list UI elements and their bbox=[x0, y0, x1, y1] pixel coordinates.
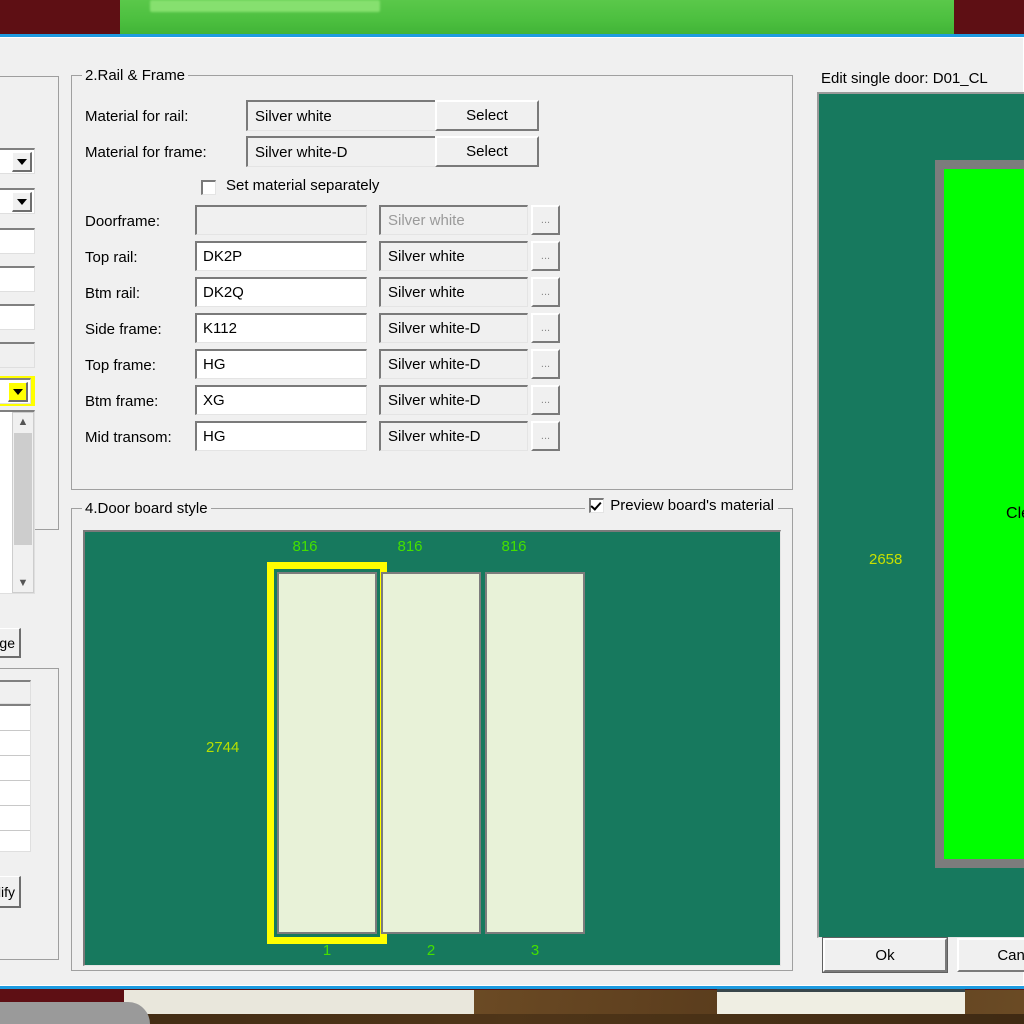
door-board-style-group-title: 4.Door board style bbox=[82, 500, 211, 517]
material-browse-button-doorframe[interactable]: ... bbox=[531, 205, 560, 235]
material-field-btm-rail[interactable]: Silver white bbox=[379, 277, 528, 307]
chevron-down-icon[interactable] bbox=[12, 152, 32, 172]
door-board-2[interactable] bbox=[381, 572, 481, 934]
profile-combo-doorframe[interactable] bbox=[195, 205, 367, 235]
modify-button[interactable]: odify bbox=[0, 876, 21, 908]
material-browse-button-btm-rail[interactable]: ... bbox=[531, 277, 560, 307]
material-field-top-frame[interactable]: Silver white-D bbox=[379, 349, 528, 379]
profile-combo-mid-transom[interactable]: HG bbox=[195, 421, 367, 451]
cancel-button[interactable]: Cance bbox=[957, 938, 1024, 972]
material-field-side-frame[interactable]: Silver white-D bbox=[379, 313, 528, 343]
profile-combo-top-rail[interactable]: DK2P bbox=[195, 241, 367, 271]
row-label-top-rail: Top rail: bbox=[85, 249, 138, 266]
left-edit-2[interactable] bbox=[0, 266, 35, 292]
door-board-1-selection-highlight bbox=[267, 562, 387, 944]
chevron-down-icon[interactable] bbox=[12, 192, 32, 212]
material-for-rail-value[interactable]: Silver white bbox=[246, 100, 436, 131]
set-material-separately-label: Set material separately bbox=[226, 177, 380, 194]
scroll-down-arrow-icon[interactable]: ▼ bbox=[13, 574, 33, 592]
board-width-dim-1: 816 bbox=[292, 538, 318, 555]
left-combo-1[interactable] bbox=[0, 148, 35, 174]
profile-combo-btm-frame[interactable]: XG bbox=[195, 385, 367, 415]
material-for-rail-select-button[interactable]: Select bbox=[435, 100, 539, 131]
left-listbox[interactable]: ▲ ▼ bbox=[0, 410, 35, 594]
material-field-top-rail[interactable]: Silver white bbox=[379, 241, 528, 271]
left-table-header bbox=[0, 680, 31, 704]
left-side-panel: ▲ ▼ ange odify bbox=[0, 76, 59, 960]
material-browse-button-side-frame[interactable]: ... bbox=[531, 313, 560, 343]
preview-board-material-checkbox[interactable] bbox=[589, 498, 605, 513]
change-button[interactable]: ange bbox=[0, 628, 21, 658]
door-board-3[interactable] bbox=[485, 572, 585, 934]
row-label-btm-frame: Btm frame: bbox=[85, 393, 159, 410]
left-combo-2[interactable] bbox=[0, 188, 35, 214]
board-width-dim-3: 816 bbox=[501, 538, 527, 555]
material-field-doorframe[interactable]: Silver white bbox=[379, 205, 528, 235]
set-material-separately-checkbox[interactable] bbox=[201, 180, 216, 195]
material-field-mid-transom[interactable]: Silver white-D bbox=[379, 421, 528, 451]
row-label-mid-transom: Mid transom: bbox=[85, 429, 172, 446]
material-for-frame-label: Material for frame: bbox=[85, 144, 207, 161]
left-edit-1[interactable] bbox=[0, 228, 35, 254]
scrollbar-thumb[interactable] bbox=[14, 433, 32, 545]
board-width-dim-2: 816 bbox=[397, 538, 423, 555]
single-door-glass-panel[interactable]: Clea bbox=[935, 160, 1024, 868]
row-label-btm-rail: Btm rail: bbox=[85, 285, 141, 302]
listbox-scrollbar[interactable]: ▲ ▼ bbox=[12, 412, 34, 593]
row-label-doorframe: Doorframe: bbox=[85, 213, 161, 230]
profile-combo-btm-rail[interactable]: DK2Q bbox=[195, 277, 367, 307]
single-door-preview-canvas[interactable]: 2658 Clea bbox=[817, 92, 1024, 938]
material-for-rail-label: Material for rail: bbox=[85, 108, 189, 125]
board-index-label-2: 2 bbox=[426, 942, 436, 959]
room-floor-strip bbox=[0, 1014, 1024, 1024]
left-edit-4[interactable] bbox=[0, 342, 35, 368]
material-browse-button-mid-transom[interactable]: ... bbox=[531, 421, 560, 451]
material-field-btm-frame[interactable]: Silver white-D bbox=[379, 385, 528, 415]
material-for-frame-select-button[interactable]: Select bbox=[435, 136, 539, 167]
row-label-side-frame: Side frame: bbox=[85, 321, 162, 338]
profile-combo-side-frame[interactable]: K112 bbox=[195, 313, 367, 343]
board-index-label-1: 1 bbox=[322, 942, 332, 959]
viewport-divider-bottom bbox=[0, 986, 1024, 989]
edit-single-door-dialog: ▲ ▼ ange odify 2.Rail & Frame Material f… bbox=[0, 37, 1024, 986]
chevron-down-icon[interactable] bbox=[8, 382, 28, 402]
material-browse-button-top-frame[interactable]: ... bbox=[531, 349, 560, 379]
room-green-banner bbox=[120, 0, 954, 34]
preview-board-material-legend: Preview board's material bbox=[585, 497, 778, 514]
room-counter bbox=[0, 1002, 150, 1024]
ok-button[interactable]: Ok bbox=[823, 938, 947, 972]
left-edit-3[interactable] bbox=[0, 304, 35, 330]
material-browse-button-btm-frame[interactable]: ... bbox=[531, 385, 560, 415]
edit-single-door-title: Edit single door: D01_CL bbox=[821, 70, 988, 87]
board-index-label-3: 3 bbox=[530, 942, 540, 959]
row-label-top-frame: Top frame: bbox=[85, 357, 156, 374]
left-combo-3-highlighted[interactable] bbox=[0, 378, 31, 404]
preview-board-material-label: Preview board's material bbox=[610, 497, 774, 514]
scroll-up-arrow-icon[interactable]: ▲ bbox=[13, 413, 33, 431]
single-door-height-dim: 2658 bbox=[869, 551, 903, 568]
material-for-frame-value[interactable]: Silver white-D bbox=[246, 136, 436, 167]
board-height-dim: 2744 bbox=[206, 739, 240, 756]
rail-and-frame-group-title: 2.Rail & Frame bbox=[82, 67, 189, 84]
profile-combo-top-frame[interactable]: HG bbox=[195, 349, 367, 379]
door-board-preview-canvas[interactable]: 816 816 816 2744 1 2 3 bbox=[83, 530, 781, 966]
material-browse-button-top-rail[interactable]: ... bbox=[531, 241, 560, 271]
left-table[interactable] bbox=[0, 704, 31, 852]
